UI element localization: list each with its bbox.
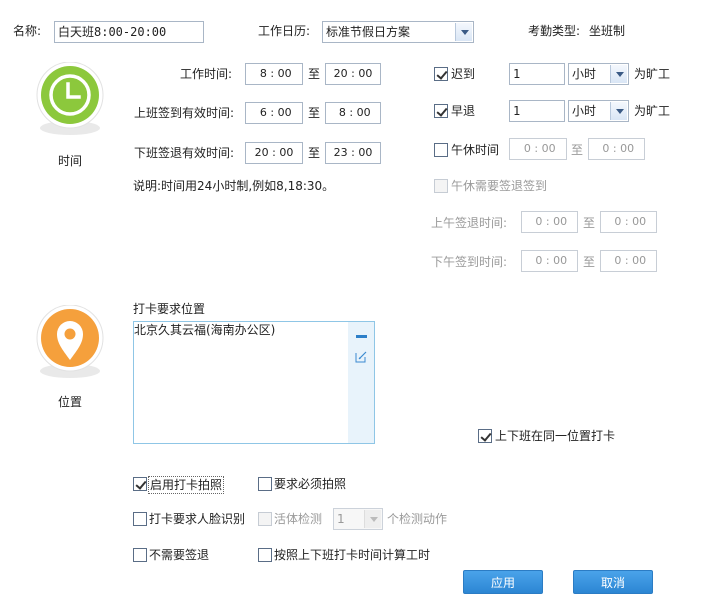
no-checkout-label: 不需要签退 <box>149 548 210 562</box>
lunch-end-input[interactable]: 0 : 00 <box>588 138 645 160</box>
checkout-start-input[interactable]: 20 : 00 <box>245 142 303 164</box>
face-recog-label: 打卡要求人脸识别 <box>149 512 246 526</box>
list-item[interactable]: 北京久其云福(海南办公区) <box>134 322 275 338</box>
name-input[interactable]: 白天班8:00-20:00 <box>54 21 204 43</box>
liveness-checkbox[interactable] <box>258 512 272 526</box>
calc-by-punch-checkbox[interactable] <box>258 548 272 562</box>
liveness-count-select[interactable]: 1 <box>333 508 383 530</box>
checkout-label: 下班签退有效时间: <box>134 146 235 160</box>
calendar-label: 工作日历: <box>258 24 311 38</box>
work-start-input[interactable]: 8 : 00 <box>245 63 303 85</box>
attendance-type-value: 坐班制 <box>589 24 626 38</box>
early-checkbox[interactable] <box>434 104 448 118</box>
liveness-count-value: 1 <box>337 512 345 526</box>
late-label: 迟到 <box>451 67 476 81</box>
cancel-button[interactable]: 取消 <box>573 570 653 594</box>
to-label: 至 <box>571 143 584 157</box>
time-note: 说明:时间用24小时制,例如8,18:30。 <box>133 179 335 193</box>
pm-in-label: 下午签到时间: <box>431 255 508 269</box>
location-section-label: 位置 <box>58 395 83 409</box>
clock-icon <box>35 61 105 138</box>
chevron-down-icon[interactable] <box>455 23 472 41</box>
early-suffix: 为旷工 <box>634 104 671 118</box>
chevron-down-icon[interactable] <box>610 65 627 83</box>
pm-in-start-input[interactable]: 0 : 00 <box>521 250 578 272</box>
location-pin-icon <box>35 304 105 381</box>
location-title: 打卡要求位置 <box>133 302 206 316</box>
lunch-checkbox[interactable] <box>434 143 448 157</box>
attendance-type-label: 考勤类型: <box>528 24 581 38</box>
name-label: 名称: <box>13 24 42 38</box>
liveness-label: 活体检测 <box>274 512 323 526</box>
to-label: 至 <box>308 106 321 120</box>
lunch-sign-checkbox[interactable] <box>434 179 448 193</box>
lunch-label: 午休时间 <box>451 143 500 157</box>
chevron-down-icon[interactable] <box>610 102 627 120</box>
lunch-start-input[interactable]: 0 : 00 <box>509 138 567 160</box>
checkin-start-input[interactable]: 6 : 00 <box>245 102 303 124</box>
early-unit-select[interactable]: 小时 <box>568 100 629 122</box>
calc-by-punch-label: 按照上下班打卡时间计算工时 <box>274 548 431 562</box>
calendar-select[interactable]: 标准节假日方案 <box>322 21 474 43</box>
location-toolbar <box>348 322 374 443</box>
liveness-suffix: 个检测动作 <box>387 512 448 526</box>
calendar-select-value: 标准节假日方案 <box>326 25 411 39</box>
enable-photo-label: 启用打卡拍照 <box>148 476 225 494</box>
no-checkout-checkbox[interactable] <box>133 548 147 562</box>
early-label: 早退 <box>451 104 476 118</box>
am-out-end-input[interactable]: 0 : 00 <box>600 211 657 233</box>
to-label: 至 <box>308 146 321 160</box>
chevron-down-icon[interactable] <box>364 510 381 528</box>
am-out-label: 上午签退时间: <box>431 216 508 230</box>
edit-icon[interactable] <box>355 350 368 366</box>
to-label: 至 <box>583 255 596 269</box>
late-checkbox[interactable] <box>434 67 448 81</box>
to-label: 至 <box>308 67 321 81</box>
early-unit-value: 小时 <box>572 104 597 118</box>
lunch-sign-label: 午休需要签退签到 <box>451 179 548 193</box>
remove-icon[interactable] <box>356 335 367 338</box>
to-label: 至 <box>583 216 596 230</box>
early-value-input[interactable]: 1 <box>509 100 565 122</box>
enable-photo-checkbox[interactable] <box>133 477 147 491</box>
same-location-checkbox[interactable] <box>478 429 492 443</box>
checkout-end-input[interactable]: 23 : 00 <box>325 142 381 164</box>
am-out-start-input[interactable]: 0 : 00 <box>521 211 578 233</box>
time-section-label: 时间 <box>58 154 83 168</box>
work-end-input[interactable]: 20 : 00 <box>325 63 381 85</box>
require-photo-checkbox[interactable] <box>258 477 272 491</box>
same-location-label: 上下班在同一位置打卡 <box>495 429 616 443</box>
face-recog-checkbox[interactable] <box>133 512 147 526</box>
require-photo-label: 要求必须拍照 <box>274 477 347 491</box>
work-time-label: 工作时间: <box>180 67 233 81</box>
late-unit-value: 小时 <box>572 67 597 81</box>
location-list[interactable]: 北京久其云福(海南办公区) <box>133 321 375 444</box>
apply-button[interactable]: 应用 <box>463 570 543 594</box>
checkin-label: 上班签到有效时间: <box>134 106 235 120</box>
late-unit-select[interactable]: 小时 <box>568 63 629 85</box>
late-suffix: 为旷工 <box>634 67 671 81</box>
late-value-input[interactable]: 1 <box>509 63 565 85</box>
checkin-end-input[interactable]: 8 : 00 <box>325 102 381 124</box>
pm-in-end-input[interactable]: 0 : 00 <box>600 250 657 272</box>
